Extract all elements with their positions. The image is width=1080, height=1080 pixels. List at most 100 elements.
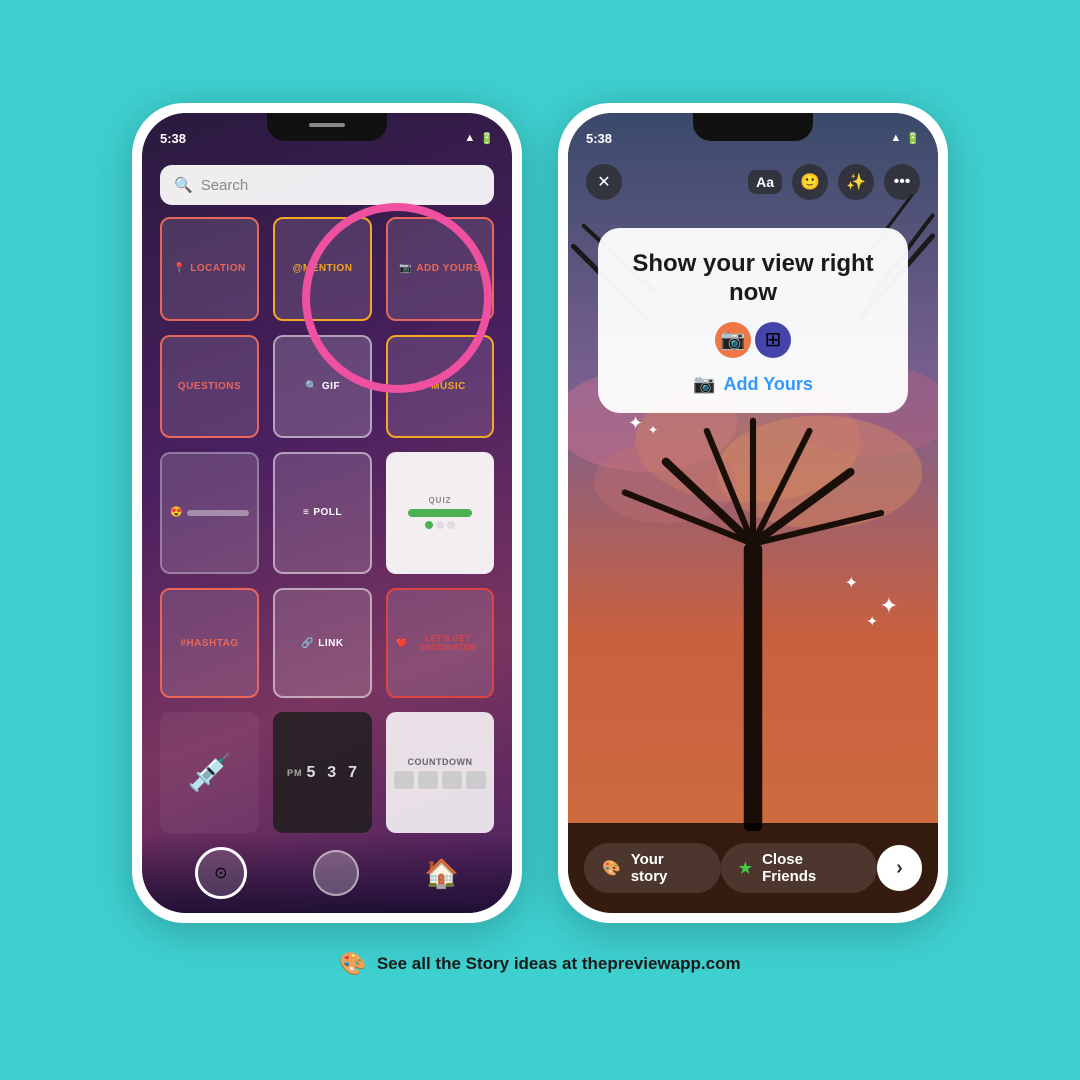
battery-icon-2: 🔋 xyxy=(906,132,920,145)
next-arrow-icon: › xyxy=(896,857,903,880)
close-friends-button[interactable]: ★ Close Friends xyxy=(721,843,877,893)
footer: 🎨 See all the Story ideas at thepreviewa… xyxy=(339,951,740,977)
emoji-bar xyxy=(187,510,249,516)
quiz-progress-bar xyxy=(408,509,472,517)
countdown-block-1 xyxy=(394,771,414,789)
gif-search-icon: 🔍 xyxy=(305,381,318,392)
link-icon: 🔗 xyxy=(301,638,314,649)
quiz-dot-3 xyxy=(447,521,455,529)
footer-icon: 🎨 xyxy=(339,951,366,977)
more-icon: ••• xyxy=(894,173,911,191)
sticker-emoji[interactable]: 😍 xyxy=(160,452,259,574)
phone-2-topbar: ✕ Aa 🙂 ✨ ••• xyxy=(568,157,938,207)
sticker-quiz[interactable]: QUIZ xyxy=(386,452,494,574)
phone-1-handle xyxy=(309,123,345,127)
stay-home-sticker: 🏠 xyxy=(424,857,459,890)
camera-icon-circle: 📷 xyxy=(715,322,751,358)
vaccine-sticker-icon: 💉 xyxy=(187,752,232,794)
sticker-timer[interactable]: PM 5 3 7 xyxy=(273,712,372,833)
sparkle-button[interactable]: ✨ xyxy=(838,164,874,200)
wifi-icon: ▲ xyxy=(464,132,475,144)
search-bar[interactable]: 🔍 Search xyxy=(160,165,494,205)
sparkle-right: ✦ xyxy=(880,593,898,619)
next-button[interactable]: › xyxy=(877,845,922,891)
location-icon: 📍 xyxy=(173,263,186,274)
close-button[interactable]: ✕ xyxy=(586,164,622,200)
sparkle-right-3: ✦ xyxy=(845,573,858,593)
sticker-button[interactable]: 🙂 xyxy=(792,164,828,200)
phone-2-status-bar: 5:38 ▲ 🔋 xyxy=(568,113,938,157)
green-star-icon: ★ xyxy=(739,859,752,877)
heart-icon: ❤️ xyxy=(396,638,408,649)
color-wheel-icon: 🎨 xyxy=(602,859,621,877)
add-yours-button-label: Add Yours xyxy=(724,374,813,395)
sparkle-left: ✦ xyxy=(628,413,643,434)
phone-2-top-icons: Aa 🙂 ✨ ••• xyxy=(748,164,920,200)
phone-1-bottom-bar: ⊙ 🏠 xyxy=(142,833,512,913)
sticker-grid: 📍 LOCATION @MENTION 📷 ADD YOURS QUESTION… xyxy=(160,217,494,833)
sticker-link[interactable]: 🔗 LINK xyxy=(273,588,372,699)
sticker-poll[interactable]: ≡ POLL xyxy=(273,452,372,574)
quiz-dot-2 xyxy=(436,521,444,529)
phone-2-status-icons: ▲ 🔋 xyxy=(890,132,920,145)
sticker-music[interactable]: 🎵 MUSIC xyxy=(386,335,494,439)
search-placeholder: Search xyxy=(201,177,249,194)
timer-pm-label: PM xyxy=(287,768,303,778)
footer-text: See all the Story ideas at thepreviewapp… xyxy=(377,954,741,974)
phone-1-time: 5:38 xyxy=(160,131,186,146)
camera-sticker-icon: 📷 xyxy=(721,327,746,352)
add-yours-icons-row: 📷 ⊞ xyxy=(622,322,884,358)
timer-value: 5 3 7 xyxy=(307,764,358,782)
sparkle-right-2: ✦ xyxy=(866,613,878,630)
sticker-questions[interactable]: QUESTIONS xyxy=(160,335,259,439)
your-story-button[interactable]: 🎨 Your story xyxy=(584,843,721,893)
countdown-label: COUNTDOWN xyxy=(408,757,473,767)
quiz-label: QUIZ xyxy=(428,496,451,505)
sticker-icon: 🙂 xyxy=(800,172,820,192)
grid-sticker-icon: ⊞ xyxy=(765,327,782,352)
grid-icon-circle: ⊞ xyxy=(755,322,791,358)
text-button[interactable]: Aa xyxy=(748,170,782,194)
music-icon: 🎵 xyxy=(414,381,427,392)
sparkle-icon: ✨ xyxy=(846,172,866,192)
add-yours-button[interactable]: 📷 Add Yours xyxy=(693,374,813,395)
quiz-dot-1 xyxy=(425,521,433,529)
phone-2-time: 5:38 xyxy=(586,131,612,146)
phone-1-screen: 5:38 ▲ 🔋 🔍 Search 📍 LOCATION @MEN xyxy=(142,113,512,913)
sticker-vaccinated[interactable]: ❤️ LET'S GET VACCINATED xyxy=(386,588,494,699)
phone-2-screen: ✦ ✦ ✦ ✦ ✦ 5:38 ▲ 🔋 ✕ Aa xyxy=(568,113,938,913)
phone-1-status-bar: 5:38 ▲ 🔋 xyxy=(142,113,512,157)
add-yours-camera-icon: 📷 xyxy=(693,374,715,395)
more-button[interactable]: ••• xyxy=(884,164,920,200)
sparkle-left-2: ✦ xyxy=(648,423,658,437)
sticker-countdown[interactable]: COUNTDOWN xyxy=(386,712,494,833)
sticker-mention[interactable]: @MENTION xyxy=(273,217,372,321)
emoji-icon: 😍 xyxy=(170,507,183,518)
phone-2: ✦ ✦ ✦ ✦ ✦ 5:38 ▲ 🔋 ✕ Aa xyxy=(558,103,948,923)
battery-icon: 🔋 xyxy=(480,132,494,145)
gallery-button[interactable] xyxy=(313,850,359,896)
sticker-addyours[interactable]: 📷 ADD YOURS xyxy=(386,217,494,321)
poll-icon: ≡ xyxy=(303,507,309,518)
sticker-gif[interactable]: 🔍 GIF xyxy=(273,335,372,439)
close-friends-label: Close Friends xyxy=(762,851,859,885)
add-yours-card: Show your view right now 📷 ⊞ 📷 Add Yours xyxy=(598,228,908,413)
camera-button[interactable]: ⊙ xyxy=(195,847,247,899)
wifi-icon-2: ▲ xyxy=(890,132,901,144)
add-yours-title: Show your view right now xyxy=(622,250,884,308)
phone-1: 5:38 ▲ 🔋 🔍 Search 📍 LOCATION @MEN xyxy=(132,103,522,923)
sticker-vacc-image: 💉 xyxy=(160,712,259,833)
close-icon: ✕ xyxy=(597,172,610,192)
addyours-icon: 📷 xyxy=(399,263,412,274)
countdown-blocks xyxy=(394,771,486,789)
camera-icon: ⊙ xyxy=(214,863,227,883)
sticker-hashtag[interactable]: #HASHTAG xyxy=(160,588,259,699)
phone-2-bottom-bar: 🎨 Your story ★ Close Friends › xyxy=(568,823,938,913)
countdown-block-3 xyxy=(442,771,462,789)
countdown-block-4 xyxy=(466,771,486,789)
sticker-location[interactable]: 📍 LOCATION xyxy=(160,217,259,321)
quiz-dots xyxy=(425,521,455,529)
your-story-label: Your story xyxy=(631,851,703,885)
search-icon: 🔍 xyxy=(174,176,193,194)
phones-container: 5:38 ▲ 🔋 🔍 Search 📍 LOCATION @MEN xyxy=(132,103,948,923)
